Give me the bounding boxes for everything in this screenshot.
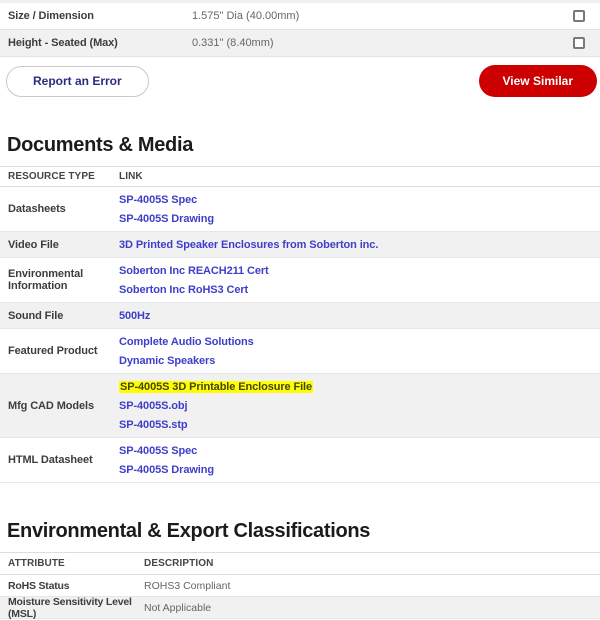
classifications-table-header: ATTRIBUTE DESCRIPTION [0,552,600,575]
product-detail-page: Size / Dimension 1.575" Dia (40.00mm) He… [0,0,600,561]
report-error-button[interactable]: Report an Error [6,66,149,97]
document-links: SP-4005S Spec SP-4005S Drawing [119,440,600,480]
document-row: Mfg CAD Models SP-4005S 3D Printable Enc… [0,374,600,438]
document-link-highlighted[interactable]: SP-4005S 3D Printable Enclosure File [119,381,313,393]
attribute-value: 1.575" Dia (40.00mm) [192,10,573,22]
document-row: Datasheets SP-4005S Spec SP-4005S Drawing [0,187,600,232]
classification-attribute: RoHS Status [0,580,144,592]
document-link[interactable]: 500Hz [119,310,150,322]
resource-type-label: Mfg CAD Models [0,400,119,412]
document-links: 500Hz [119,305,600,326]
document-row: Environmental Information Soberton Inc R… [0,258,600,303]
resource-type-label: Datasheets [0,203,119,215]
view-similar-button[interactable]: View Similar [479,65,597,97]
environmental-classifications-title: Environmental & Export Classifications [7,520,600,543]
attribute-row: Height - Seated (Max) 0.331" (8.40mm) [0,30,600,57]
document-link-line: SP-4005S.obj [119,396,600,415]
column-header-link: LINK [119,171,143,182]
document-links: Soberton Inc REACH211 Cert Soberton Inc R… [119,260,600,300]
column-header-attribute: ATTRIBUTE [0,558,144,569]
document-link[interactable]: SP-4005S.obj [119,400,188,412]
column-header-resource-type: RESOURCE TYPE [0,171,119,182]
column-header-description: DESCRIPTION [144,558,213,569]
attribute-label: Size / Dimension [0,10,192,22]
document-link-line: SP-4005S Spec [119,190,600,209]
attribute-row: Size / Dimension 1.575" Dia (40.00mm) [0,3,600,30]
resource-type-label: Featured Product [0,345,119,357]
classification-description: Not Applicable [144,602,600,614]
classification-attribute: Moisture Sensitivity Level (MSL) [0,596,144,620]
resource-type-label: Video File [0,239,119,251]
classification-row: RoHS Status ROHS3 Compliant [0,575,600,597]
document-link-line: SP-4005S Spec [119,441,600,460]
document-link-line: SP-4005S 3D Printable Enclosure File [119,377,600,396]
attribute-value: 0.331" (8.40mm) [192,37,573,49]
document-link[interactable]: SP-4005S Spec [119,194,197,206]
resource-type-label: Sound File [0,310,119,322]
document-link-line: SP-4005S.stp [119,415,600,434]
document-link-line: Dynamic Speakers [119,351,600,370]
document-link[interactable]: Complete Audio Solutions [119,336,254,348]
attribute-label: Height - Seated (Max) [0,37,192,49]
documents-table-header: RESOURCE TYPE LINK [0,166,600,187]
document-row: Featured Product Complete Audio Solution… [0,329,600,374]
document-link[interactable]: SP-4005S Drawing [119,464,214,476]
document-row: HTML Datasheet SP-4005S Spec SP-4005S Dra… [0,438,600,483]
document-link-line: Soberton Inc REACH211 Cert [119,261,600,280]
document-link-line: Soberton Inc RoHS3 Cert [119,280,600,299]
document-links: 3D Printed Speaker Enclosures from Sober… [119,234,600,255]
document-link[interactable]: Soberton Inc RoHS3 Cert [119,284,248,296]
document-link-line: 500Hz [119,306,600,325]
compare-checkbox[interactable] [573,37,585,49]
document-link[interactable]: SP-4005S Drawing [119,213,214,225]
document-link-line: SP-4005S Drawing [119,209,600,228]
document-link[interactable]: 3D Printed Speaker Enclosures from Sober… [119,239,378,251]
document-link-line: Complete Audio Solutions [119,332,600,351]
document-link[interactable]: SP-4005S.stp [119,419,188,431]
resource-type-label: Environmental Information [0,268,119,292]
document-link-line: 3D Printed Speaker Enclosures from Sober… [119,235,600,254]
document-link-line: SP-4005S Drawing [119,460,600,479]
compare-checkbox[interactable] [573,10,585,22]
classification-description: ROHS3 Compliant [144,580,600,592]
document-links: SP-4005S Spec SP-4005S Drawing [119,189,600,229]
classification-row: Moisture Sensitivity Level (MSL) Not App… [0,597,600,619]
document-links: Complete Audio Solutions Dynamic Speakers [119,331,600,371]
document-link[interactable]: Dynamic Speakers [119,355,215,367]
document-row: Sound File 500Hz [0,303,600,329]
documents-table: Datasheets SP-4005S Spec SP-4005S Drawing… [0,187,600,483]
documents-media-title: Documents & Media [7,134,600,157]
document-link[interactable]: Soberton Inc REACH211 Cert [119,265,269,277]
document-row: Video File 3D Printed Speaker Enclosures… [0,232,600,258]
classifications-table: RoHS Status ROHS3 Compliant Moisture Sen… [0,575,600,619]
document-link[interactable]: SP-4005S Spec [119,445,197,457]
document-links: SP-4005S 3D Printable Enclosure File SP-4… [119,376,600,435]
attributes-table: Size / Dimension 1.575" Dia (40.00mm) He… [0,3,600,57]
actions-bar: Report an Error View Similar [6,65,597,97]
resource-type-label: HTML Datasheet [0,454,119,466]
